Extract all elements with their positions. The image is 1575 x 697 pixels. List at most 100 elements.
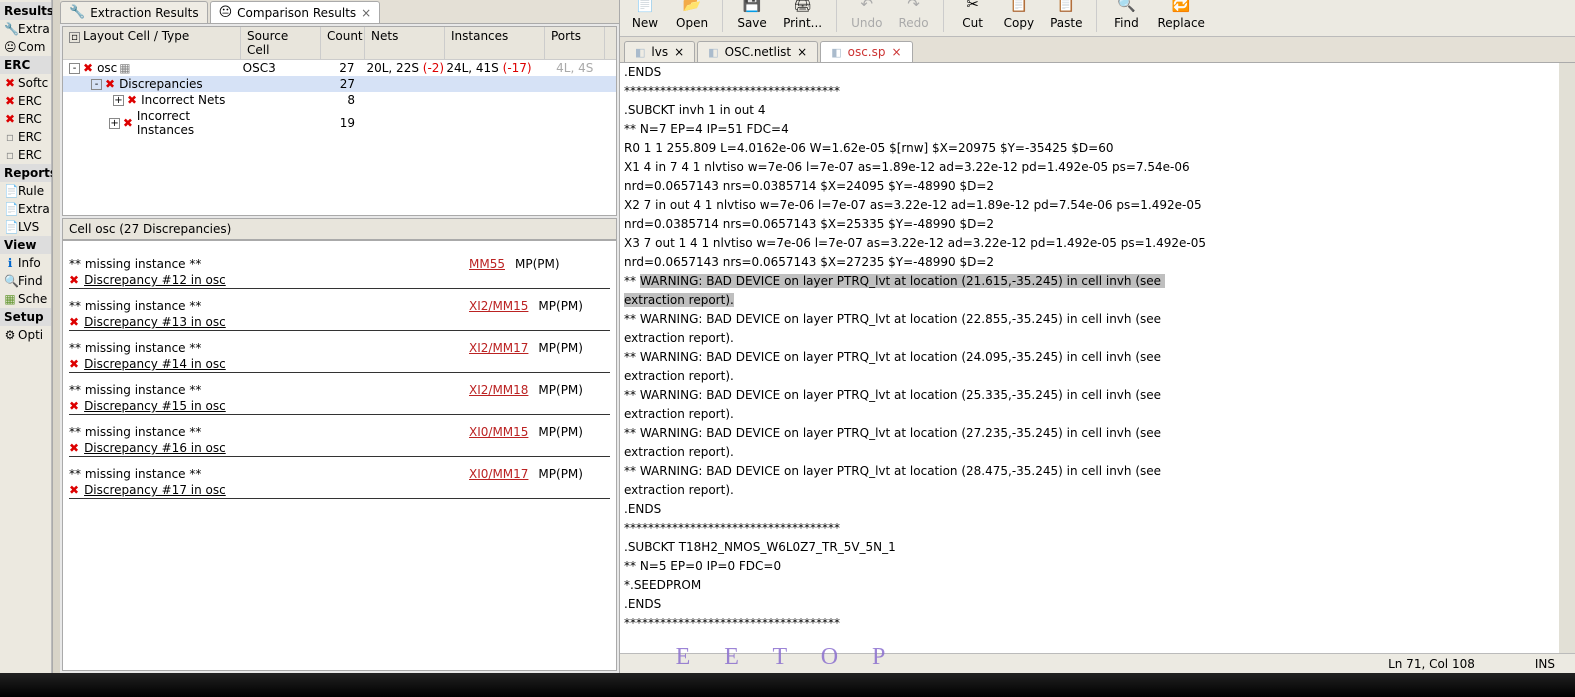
- status-bar: Ln 71, Col 108 INS: [620, 653, 1575, 673]
- discrepancy-row[interactable]: ✖ Discrepancy #14 in osc: [69, 357, 610, 373]
- discrepancy-link[interactable]: Discrepancy #17 in osc: [84, 483, 226, 497]
- open-button[interactable]: 📂Open: [672, 2, 712, 30]
- nav-options[interactable]: ⚙Opti: [0, 326, 51, 344]
- instance-link[interactable]: XI0/MM15: [469, 425, 528, 439]
- col-source[interactable]: Source Cell: [241, 27, 321, 59]
- nav-lvs-report[interactable]: 📄LVS: [0, 218, 51, 236]
- col-nets[interactable]: Nets: [365, 27, 445, 59]
- col-count[interactable]: Count: [321, 27, 365, 59]
- close-icon[interactable]: ×: [891, 45, 901, 59]
- histogram-icon: ▦: [119, 61, 129, 75]
- missing-instance-row: ** missing instance **XI2/MM15MP(PM): [69, 299, 610, 313]
- col-ports[interactable]: Ports: [545, 27, 605, 59]
- tab-extraction-results[interactable]: 🔧 Extraction Results: [60, 1, 208, 23]
- error-icon: ✖: [105, 77, 115, 91]
- instance-link[interactable]: MM55: [469, 257, 505, 271]
- file-icon: ◧: [831, 46, 841, 59]
- missing-label: ** missing instance **: [69, 299, 469, 313]
- tab-osc-sp[interactable]: ◧osc.sp×: [820, 41, 912, 62]
- col-instances[interactable]: Instances: [445, 27, 545, 59]
- tree-header: ▫Layout Cell / Type Source Cell Count Ne…: [63, 27, 616, 60]
- discrepancy-link[interactable]: Discrepancy #13 in osc: [84, 315, 226, 329]
- open-icon: 📂: [683, 2, 702, 16]
- instance-type: MP(PM): [538, 425, 583, 439]
- tab-osc-netlist[interactable]: ◧OSC.netlist×: [697, 41, 818, 62]
- discrepancy-row[interactable]: ✖ Discrepancy #13 in osc: [69, 315, 610, 331]
- paste-button[interactable]: 📋Paste: [1046, 2, 1086, 30]
- error-icon: ✖: [69, 483, 79, 497]
- tool-icon: 🔧: [69, 5, 85, 20]
- nav-comparison[interactable]: 😐Com: [0, 38, 51, 56]
- tree-row-discrepancies[interactable]: -✖Discrepancies 27: [63, 76, 616, 92]
- tree-row-incorrect-instances[interactable]: +✖Incorrect Instances 19: [63, 108, 616, 138]
- error-icon: ✖: [69, 315, 79, 329]
- selected-text: WARNING: BAD DEVICE on layer PTRQ_lvt at…: [640, 274, 1165, 288]
- missing-label: ** missing instance **: [69, 467, 469, 481]
- left-sidebar: Results 🔧Extra 😐Com ERC ✖Softc ✖ERC ✖ERC…: [0, 0, 52, 673]
- close-icon[interactable]: ×: [674, 45, 684, 59]
- tree-row-osc[interactable]: -✖osc▦ OSC3 27 20L, 22S (-2) 24L, 41S (-…: [63, 60, 616, 76]
- error-icon: ✖: [69, 357, 79, 371]
- discrepancy-link[interactable]: Discrepancy #16 in osc: [84, 441, 226, 455]
- instance-link[interactable]: XI2/MM17: [469, 341, 528, 355]
- discrepancy-link[interactable]: Discrepancy #14 in osc: [84, 357, 226, 371]
- nav-erc-1[interactable]: ✖ERC: [0, 92, 51, 110]
- paste-icon: 📋: [1057, 2, 1076, 16]
- collapse-icon[interactable]: -: [91, 79, 102, 90]
- instance-link[interactable]: XI2/MM18: [469, 383, 528, 397]
- file-icon: ◧: [708, 46, 718, 59]
- replace-icon: 🔁: [1172, 2, 1191, 16]
- nav-erc-2[interactable]: ✖ERC: [0, 110, 51, 128]
- nav-info[interactable]: ℹInfo: [0, 254, 51, 272]
- tab-comparison-results[interactable]: 😐 Comparison Results ×: [210, 1, 381, 23]
- expand-icon[interactable]: +: [113, 95, 124, 106]
- undo-button[interactable]: ↶Undo: [847, 2, 886, 30]
- rail-gutter[interactable]: [52, 0, 60, 673]
- discrepancy-list[interactable]: ** missing instance **MM55MP(PM)✖Discrep…: [62, 240, 617, 671]
- instance-link[interactable]: XI0/MM17: [469, 467, 528, 481]
- save-button[interactable]: 💾Save: [733, 2, 771, 30]
- nav-erc-3[interactable]: ▫ERC: [0, 128, 51, 146]
- file-icon: ◧: [635, 46, 645, 59]
- missing-label: ** missing instance **: [69, 341, 469, 355]
- find-button[interactable]: 🔍Find: [1107, 2, 1145, 30]
- nav-schematic[interactable]: ▦Sche: [0, 290, 51, 308]
- replace-button[interactable]: 🔁Replace: [1153, 2, 1208, 30]
- undo-icon: ↶: [861, 2, 874, 16]
- nav-rules[interactable]: 📄Rule: [0, 182, 51, 200]
- nav-find[interactable]: 🔍Find: [0, 272, 51, 290]
- discrepancy-link[interactable]: Discrepancy #15 in osc: [84, 399, 226, 413]
- missing-instance-row: ** missing instance **XI0/MM17MP(PM): [69, 467, 610, 481]
- instance-type: MP(PM): [538, 341, 583, 355]
- nav-extraction-report[interactable]: 📄Extra: [0, 200, 51, 218]
- tree-row-incorrect-nets[interactable]: +✖Incorrect Nets 8: [63, 92, 616, 108]
- error-icon: ✖: [69, 273, 79, 287]
- nav-erc-4[interactable]: ▫ERC: [0, 146, 51, 164]
- discrepancy-row[interactable]: ✖ Discrepancy #17 in osc: [69, 483, 610, 499]
- discrepancy-row[interactable]: ✖Discrepancy #15 in osc: [69, 399, 610, 415]
- discrepancy-row[interactable]: ✖Discrepancy #16 in osc: [69, 441, 610, 457]
- close-icon[interactable]: ×: [361, 6, 371, 20]
- collapse-icon[interactable]: -: [69, 63, 80, 74]
- redo-button[interactable]: ↷Redo: [894, 2, 932, 30]
- close-icon[interactable]: ×: [797, 45, 807, 59]
- instance-link[interactable]: XI2/MM15: [469, 299, 528, 313]
- expand-icon[interactable]: +: [109, 118, 119, 129]
- comparison-tree: ▫Layout Cell / Type Source Cell Count Ne…: [62, 26, 617, 216]
- copy-button[interactable]: 📋Copy: [1000, 2, 1038, 30]
- print-button[interactable]: 🖨Print...: [779, 2, 826, 30]
- view-header: View: [0, 236, 51, 254]
- new-button[interactable]: 📄New: [626, 2, 664, 30]
- editor-text[interactable]: .ENDS **********************************…: [620, 63, 1559, 653]
- cut-button[interactable]: ✂Cut: [954, 2, 992, 30]
- missing-instance-row: ** missing instance **XI2/MM17 MP(PM): [69, 341, 610, 355]
- missing-instance-row: ** missing instance **XI2/MM18MP(PM): [69, 383, 610, 397]
- tab-lvs[interactable]: ◧lvs×: [624, 41, 695, 62]
- nav-extraction[interactable]: 🔧Extra: [0, 20, 51, 38]
- col-layout[interactable]: ▫Layout Cell / Type: [63, 27, 241, 59]
- expand-all-icon[interactable]: ▫: [69, 32, 80, 43]
- nav-softcheck[interactable]: ✖Softc: [0, 74, 51, 92]
- vertical-scrollbar[interactable]: [1559, 63, 1575, 653]
- discrepancy-link[interactable]: Discrepancy #12 in osc: [84, 273, 226, 287]
- discrepancy-row[interactable]: ✖ Discrepancy #12 in osc: [69, 273, 610, 289]
